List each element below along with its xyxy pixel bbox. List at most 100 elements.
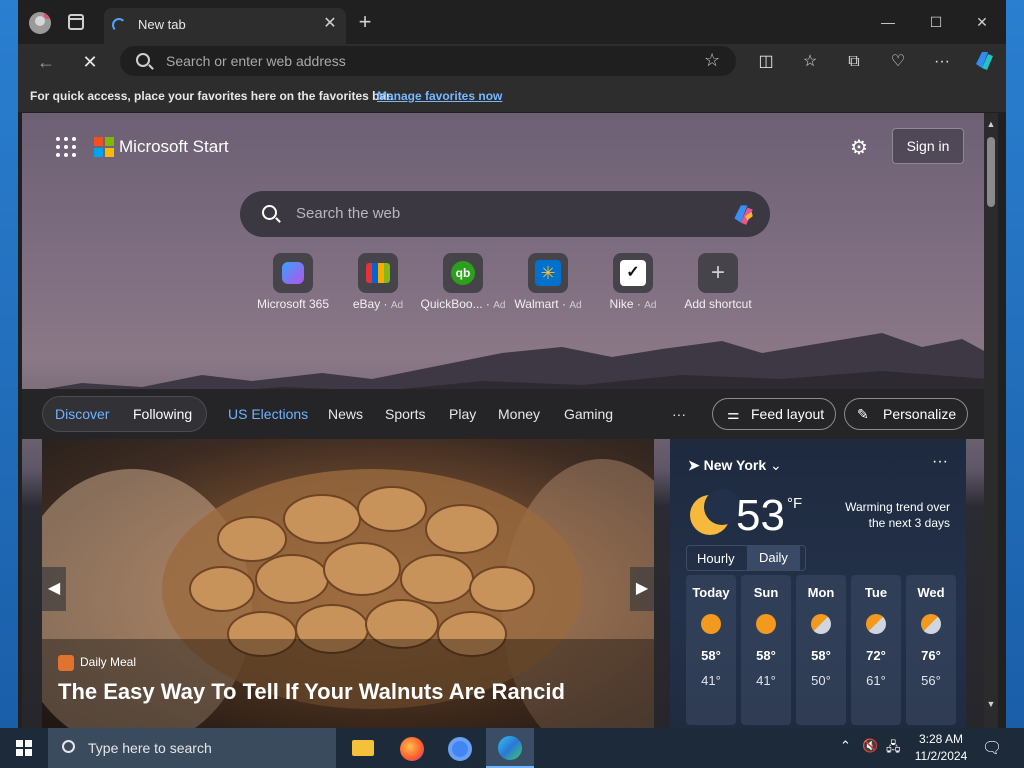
tab-us-elections[interactable]: US Elections: [228, 406, 308, 422]
hourly-tab[interactable]: Hourly: [697, 551, 735, 566]
tab-actions-icon[interactable]: [68, 14, 84, 30]
next-arrow-icon[interactable]: ▶: [630, 567, 654, 611]
new-tab-button[interactable]: +: [354, 11, 376, 34]
personalize-label: Personalize: [883, 406, 957, 422]
notifications-icon[interactable]: 🗨: [982, 738, 1002, 758]
file-explorer-icon[interactable]: [338, 728, 386, 768]
web-search-box[interactable]: Search the web: [240, 191, 770, 237]
shortcut-label: QuickBoo... · Ad: [420, 297, 506, 311]
daily-tab[interactable]: Daily: [747, 546, 800, 570]
hero-article-card[interactable]: ◀ ▶ Daily Meal The Easy Way To Tell If Y…: [42, 439, 654, 728]
tab-gaming[interactable]: Gaming: [564, 406, 613, 422]
article-headline[interactable]: The Easy Way To Tell If Your Walnuts Are…: [58, 679, 565, 705]
windows-start-icon[interactable]: [0, 728, 48, 768]
navigation-toolbar: ← ✕ ☆ ◫ ☆ ⧉ ♡ ···: [18, 44, 1006, 80]
tab-news[interactable]: News: [328, 406, 363, 422]
minimize-icon[interactable]: —: [876, 10, 900, 34]
temperature-unit[interactable]: °F: [787, 495, 802, 512]
personalize-button[interactable]: ✎ Personalize: [844, 398, 968, 430]
profile-avatar[interactable]: [29, 12, 51, 34]
hourly-daily-toggle: Hourly Daily: [686, 545, 806, 571]
web-search-placeholder: Search the web: [296, 205, 401, 222]
edge-icon[interactable]: [486, 728, 534, 768]
forecast-day[interactable]: Wed 76° 56°: [906, 575, 956, 725]
current-temperature: 53: [736, 491, 785, 540]
search-icon: [262, 205, 277, 220]
collections-icon[interactable]: ⧉: [842, 50, 866, 74]
microsoft-logo-icon: [94, 137, 114, 157]
weather-trend[interactable]: Warming trend over the next 3 days: [830, 499, 950, 531]
settings-gear-icon[interactable]: ⚙: [850, 135, 868, 160]
shortcut-nike[interactable]: ✓ Nike · Ad: [588, 253, 678, 311]
maximize-icon[interactable]: ☐: [924, 10, 948, 34]
taskbar-search[interactable]: Type here to search: [48, 728, 336, 768]
browser-tab[interactable]: New tab ✕: [104, 8, 346, 44]
shortcut-ebay[interactable]: eBay · Ad: [333, 253, 423, 311]
network-icon[interactable]: 🖧: [886, 738, 901, 760]
scroll-up-icon[interactable]: ▲: [986, 119, 996, 129]
article-source: Daily Meal: [58, 655, 136, 671]
address-input[interactable]: [166, 51, 666, 71]
feed-layout-button[interactable]: ⚌ Feed layout: [712, 398, 836, 430]
shortcut-quickbooks[interactable]: qb QuickBoo... · Ad: [418, 253, 508, 311]
settings-more-icon[interactable]: ···: [930, 50, 954, 74]
brand-title[interactable]: Microsoft Start: [119, 137, 229, 157]
volume-muted-icon[interactable]: 🔇: [862, 738, 878, 754]
search-icon: [136, 53, 150, 67]
shortcut-microsoft-365[interactable]: Microsoft 365: [248, 253, 338, 311]
page-scrollbar[interactable]: ▲ ▼: [984, 113, 998, 728]
forecast-day[interactable]: Sun 58° 41°: [741, 575, 791, 725]
shortcut-label: Microsoft 365: [256, 297, 330, 311]
tab-money[interactable]: Money: [498, 406, 540, 422]
source-logo-icon: [58, 655, 74, 671]
split-screen-icon[interactable]: ◫: [754, 50, 778, 74]
firefox-icon[interactable]: [388, 728, 436, 768]
partly-cloudy-icon: [811, 614, 831, 634]
scroll-down-icon[interactable]: ▼: [986, 699, 996, 709]
weather-location[interactable]: ➤ New York ⌄: [688, 457, 782, 474]
shortcut-walmart[interactable]: ✳ Walmart · Ad: [503, 253, 593, 311]
favorites-message: For quick access, place your favorites h…: [30, 89, 394, 103]
back-arrow-icon[interactable]: ←: [34, 50, 58, 74]
loading-spinner-icon: [112, 18, 126, 32]
sign-in-button[interactable]: Sign in: [892, 128, 964, 164]
copilot-icon[interactable]: [730, 201, 756, 227]
plus-icon: +: [698, 253, 738, 293]
forecast-day[interactable]: Mon 58° 50°: [796, 575, 846, 725]
tab-discover[interactable]: Discover: [55, 406, 109, 422]
quickbooks-icon: qb: [443, 253, 483, 293]
favorites-icon[interactable]: ☆: [798, 50, 822, 74]
favorites-bar: For quick access, place your favorites h…: [18, 80, 1006, 112]
stop-loading-icon[interactable]: ✕: [78, 50, 102, 74]
apps-launcher-icon[interactable]: [56, 137, 76, 157]
chrome-icon[interactable]: [436, 728, 484, 768]
forecast-day[interactable]: Today 58° 41°: [686, 575, 736, 725]
tab-play[interactable]: Play: [449, 406, 476, 422]
ebay-icon: [358, 253, 398, 293]
browser-essentials-icon[interactable]: ♡: [886, 50, 910, 74]
more-tabs-icon[interactable]: ···: [672, 406, 686, 422]
copilot-icon[interactable]: [972, 48, 996, 72]
desktop-background-right: [1006, 0, 1024, 728]
weather-card[interactable]: ➤ New York ⌄ ··· 53 °F Warming trend ove…: [670, 439, 966, 728]
add-shortcut-button[interactable]: + Add shortcut: [673, 253, 763, 311]
close-window-icon[interactable]: ✕: [970, 10, 994, 34]
taskbar: Type here to search ⌃ 🔇 🖧 3:28 AM 11/2/2…: [0, 728, 1024, 768]
forecast-day[interactable]: Tue 72° 61°: [851, 575, 901, 725]
manage-favorites-link[interactable]: Manage favorites now: [377, 89, 502, 103]
feed-navigation: Discover Following US Elections News Spo…: [22, 389, 988, 439]
shortcut-label: Add shortcut: [684, 297, 752, 311]
weather-more-icon[interactable]: ···: [932, 453, 948, 471]
moon-icon: [690, 489, 740, 535]
tray-chevron-icon[interactable]: ⌃: [840, 738, 851, 754]
address-bar[interactable]: ☆: [120, 46, 736, 76]
previous-arrow-icon[interactable]: ◀: [42, 567, 66, 611]
tab-sports[interactable]: Sports: [385, 406, 425, 422]
scrollbar-thumb[interactable]: [987, 137, 995, 207]
walmart-icon: ✳: [528, 253, 568, 293]
tab-following[interactable]: Following: [133, 406, 192, 422]
favorite-star-icon[interactable]: ☆: [704, 50, 720, 71]
system-clock[interactable]: 3:28 AM 11/2/2024: [906, 731, 976, 765]
close-tab-icon[interactable]: ✕: [320, 14, 340, 34]
location-arrow-icon: ➤: [688, 457, 700, 473]
